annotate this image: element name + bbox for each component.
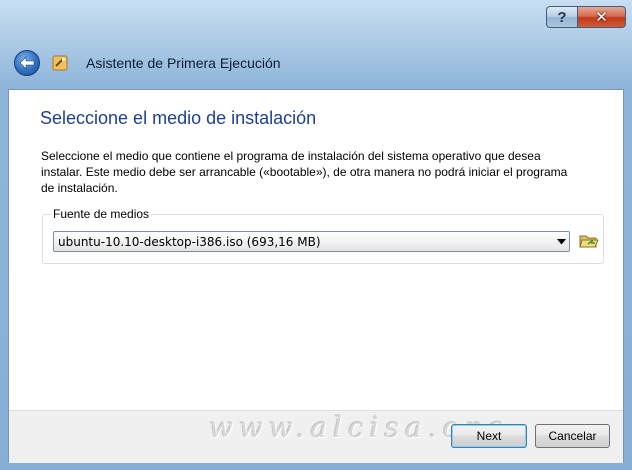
- choose-file-button[interactable]: [579, 232, 599, 250]
- cancel-button[interactable]: Cancelar: [535, 424, 610, 448]
- title-bar: ? ✕: [0, 0, 632, 36]
- dropdown-arrow-icon: [553, 232, 569, 251]
- media-source-label: Fuente de medios: [51, 207, 152, 221]
- page-description: Seleccione el medio que contiene el prog…: [41, 149, 568, 195]
- back-button[interactable]: [14, 50, 40, 76]
- wizard-title: Asistente de Primera Ejecución: [86, 55, 281, 71]
- close-button[interactable]: ✕: [578, 6, 626, 28]
- back-arrow-icon: [19, 56, 35, 70]
- next-button[interactable]: Next: [451, 424, 527, 448]
- window-frame: ? ✕ Asistente de Primera Ejecución Selec…: [0, 0, 632, 470]
- wizard-footer: www.alcisa.org Next Cancelar: [9, 410, 623, 463]
- caption-buttons: ? ✕: [546, 6, 626, 28]
- page-title: Seleccione el medio de instalación: [40, 108, 317, 128]
- media-source-select[interactable]: ubuntu-10.10-desktop-i386.iso (693,16 MB…: [53, 231, 570, 252]
- media-source-group: Fuente de medios ubuntu-10.10-desktop-i3…: [42, 207, 604, 264]
- wizard-icon: [52, 55, 68, 71]
- wizard-nav: Asistente de Primera Ejecución: [14, 48, 281, 78]
- help-button[interactable]: ?: [546, 6, 578, 28]
- wizard-page: Seleccione el medio de instalación Selec…: [8, 89, 624, 463]
- open-folder-icon: [579, 235, 599, 248]
- media-source-value: ubuntu-10.10-desktop-i386.iso (693,16 MB…: [58, 234, 321, 249]
